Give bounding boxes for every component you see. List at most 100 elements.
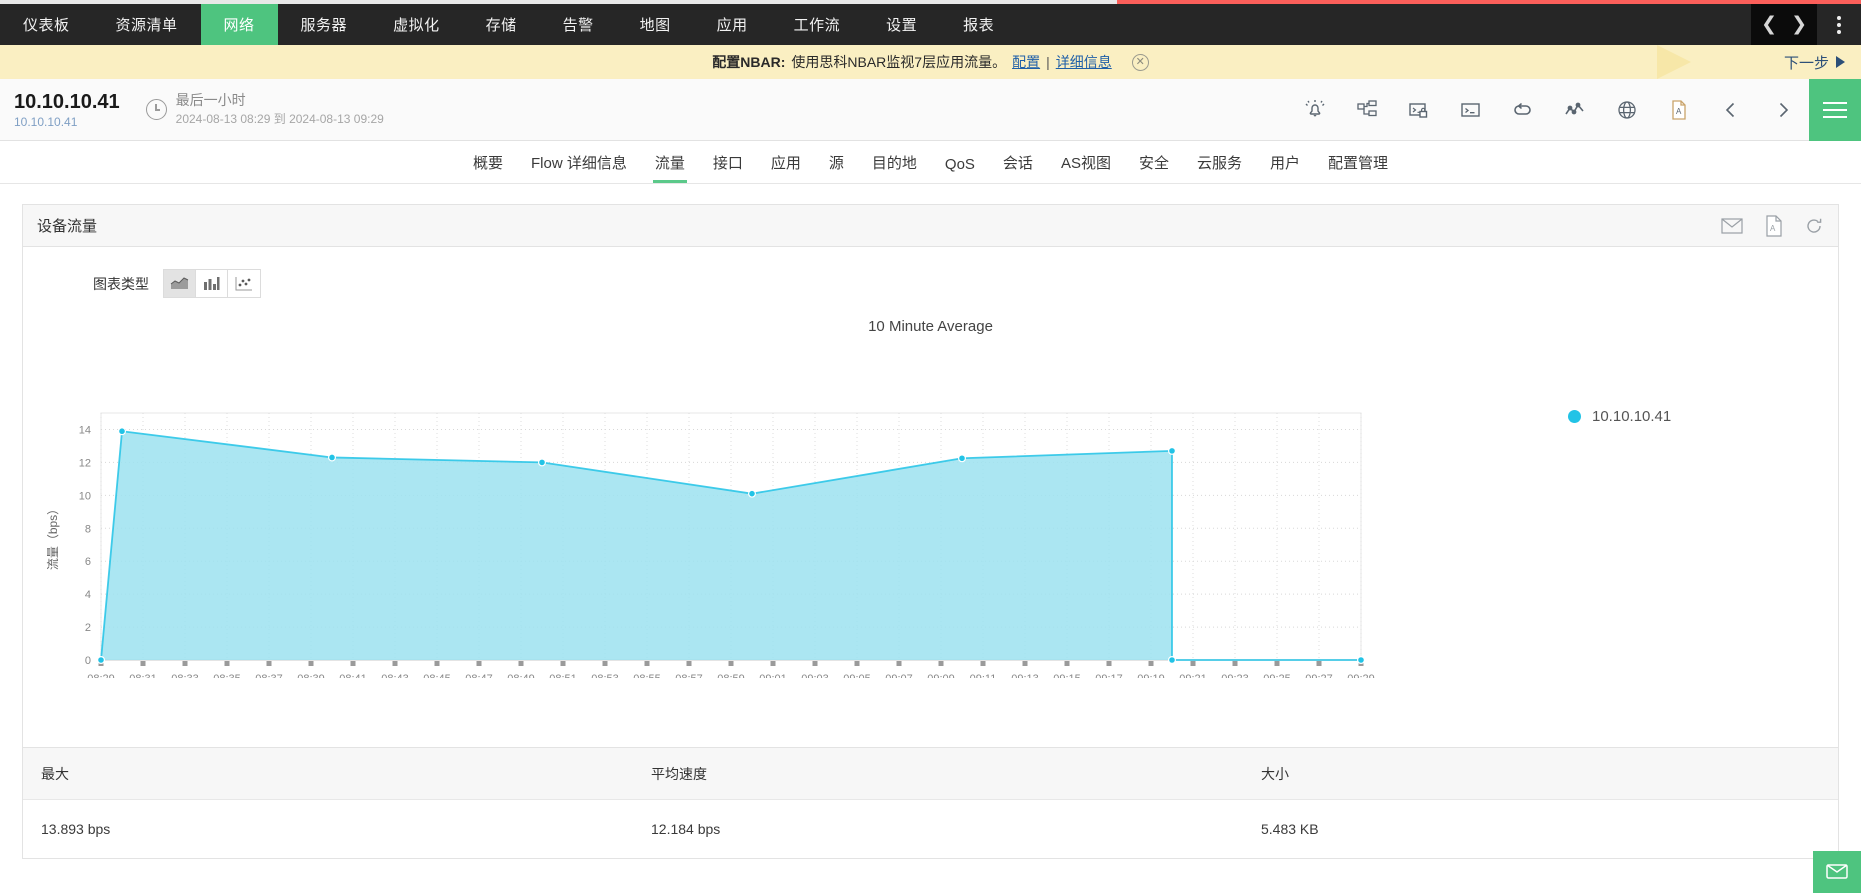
chart-data-point[interactable]: 10.10.10.41 09:20: 12.7 <box>1169 447 1176 454</box>
next-chevron-icon[interactable] <box>1757 79 1809 141</box>
nav-item-label: 应用 <box>717 14 748 35</box>
sub-tab-12[interactable]: 用户 <box>1256 152 1314 183</box>
nav-item-2[interactable]: 网络 <box>201 4 278 45</box>
legend-color-dot <box>1568 410 1581 423</box>
sub-tab-label: AS视图 <box>1061 155 1111 172</box>
sub-tab-6[interactable]: 目的地 <box>858 152 931 183</box>
y-axis-tick: 4 <box>85 589 91 601</box>
kebab-menu-icon[interactable] <box>1817 4 1861 45</box>
sub-tab-1[interactable]: Flow 详细信息 <box>517 152 641 183</box>
chart-type-selector: 图表类型 <box>23 247 1838 298</box>
scatter-chart-icon[interactable] <box>228 270 260 297</box>
banner-next-button[interactable]: 下一步 <box>1784 45 1845 79</box>
alarm-bell-icon[interactable] <box>1289 79 1341 141</box>
nav-item-4[interactable]: 虚拟化 <box>370 4 463 45</box>
nav-item-1[interactable]: 资源清单 <box>93 4 201 45</box>
chart-data-point[interactable]: 10.10.10.41 09:00: 10.1 <box>749 490 756 497</box>
chart-type-buttons <box>163 269 261 298</box>
close-circle-icon[interactable]: ✕ <box>1132 54 1149 71</box>
chart-data-point[interactable]: 10.10.10.41 09:29: 0 <box>1358 657 1365 664</box>
chart-svg[interactable]: 0246810121408:2908:3108:3308:3508:3708:3… <box>23 298 1838 678</box>
prev-chevron-icon[interactable] <box>1705 79 1757 141</box>
x-axis-tick: 09:23 <box>1221 673 1249 678</box>
loop-link-icon[interactable] <box>1497 79 1549 141</box>
nav-item-label: 网络 <box>224 14 255 35</box>
pdf-export-icon[interactable]: A <box>1764 214 1784 238</box>
nav-item-6[interactable]: 告警 <box>540 4 617 45</box>
sub-tab-label: 源 <box>829 155 844 172</box>
sub-tab-8[interactable]: 会话 <box>989 152 1047 183</box>
chart-data-point[interactable]: 10.10.10.41 08:29: 0 <box>98 657 105 664</box>
x-axis-tick: 08:47 <box>465 673 493 678</box>
x-axis-tick: 09:19 <box>1137 673 1165 678</box>
x-axis-tick: 09:25 <box>1263 673 1291 678</box>
nav-item-7[interactable]: 地图 <box>617 4 694 45</box>
sub-tab-label: Flow 详细信息 <box>531 155 627 172</box>
banner-separator: | <box>1046 54 1050 70</box>
legend-label[interactable]: 10.10.10.41 <box>1592 408 1671 425</box>
device-ip[interactable]: 10.10.10.41 <box>14 115 120 129</box>
nav-item-9[interactable]: 工作流 <box>771 4 864 45</box>
chevron-right-icon[interactable]: ❯ <box>1791 15 1807 34</box>
sub-tab-label: 配置管理 <box>1328 155 1388 172</box>
pdf-file-icon[interactable]: A <box>1653 79 1705 141</box>
bar-chart-icon[interactable] <box>196 270 228 297</box>
x-axis-tick: 09:13 <box>1011 673 1039 678</box>
banner-text: 使用思科NBAR监视7层应用流量。 <box>791 52 1006 72</box>
nav-item-11[interactable]: 报表 <box>940 4 1017 45</box>
sub-tab-13[interactable]: 配置管理 <box>1314 152 1402 183</box>
sub-tab-0[interactable]: 概要 <box>459 152 517 183</box>
x-axis-tick: 09:07 <box>885 673 913 678</box>
email-icon[interactable] <box>1720 216 1744 236</box>
globe-icon[interactable] <box>1601 79 1653 141</box>
cell-max-value: 13.893 bps <box>23 821 633 837</box>
chevron-left-icon[interactable]: ❮ <box>1761 15 1777 34</box>
main-navigation: 仪表板资源清单 网络 服务器虚拟化存储告警地图 应用 工作流 设置 报表 ❮ ❯ <box>0 4 1861 45</box>
nav-item-label: 设置 <box>886 14 917 35</box>
banner-details-link[interactable]: 详细信息 <box>1056 52 1112 72</box>
sub-tab-label: 概要 <box>473 155 503 172</box>
time-range-selector[interactable]: 最后一小时 2024-08-13 08:29 到 2024-08-13 09:2… <box>146 92 384 127</box>
hamburger-menu-icon[interactable] <box>1809 79 1861 141</box>
x-axis-tick: 08:49 <box>507 673 535 678</box>
chart-data-point[interactable]: 10.10.10.41 09:20: 0 <box>1169 657 1176 664</box>
nav-item-label: 工作流 <box>794 14 841 35</box>
refresh-icon[interactable] <box>1804 216 1824 236</box>
chat-support-icon[interactable] <box>1813 851 1861 893</box>
sub-tab-9[interactable]: AS视图 <box>1047 152 1125 183</box>
secure-terminal-icon[interactable] <box>1393 79 1445 141</box>
nav-item-0[interactable]: 仪表板 <box>0 4 93 45</box>
terminal-icon[interactable] <box>1445 79 1497 141</box>
table-row: 13.893 bps 12.184 bps 5.483 KB <box>23 800 1838 858</box>
banner-configure-link[interactable]: 配置 <box>1012 52 1040 72</box>
sub-tab-7[interactable]: QoS <box>931 156 989 183</box>
area-chart-icon[interactable] <box>164 270 196 297</box>
line-chart-icon[interactable] <box>1549 79 1601 141</box>
time-range-value: 2024-08-13 08:29 到 2024-08-13 09:29 <box>176 110 384 127</box>
x-axis-tick: 08:39 <box>297 673 325 678</box>
banner-notch-decoration <box>1657 45 1691 79</box>
chart-data-point[interactable]: 10.10.10.41 08:40: 12.3 <box>329 454 336 461</box>
nav-item-3[interactable]: 服务器 <box>278 4 371 45</box>
sub-tab-3[interactable]: 接口 <box>699 152 757 183</box>
nav-item-8[interactable]: 应用 <box>694 4 771 45</box>
chart-data-point[interactable]: 10.10.10.41 08:50: 12 <box>539 459 546 466</box>
nav-arrow-group: ❮ ❯ <box>1751 4 1817 45</box>
sub-tab-11[interactable]: 云服务 <box>1183 152 1256 183</box>
sub-tab-4[interactable]: 应用 <box>757 152 815 183</box>
cell-avg-value: 12.184 bps <box>633 821 1243 837</box>
nav-item-10[interactable]: 设置 <box>863 4 940 45</box>
device-name: 10.10.10.41 <box>14 91 120 113</box>
device-header-bar: 10.10.10.41 10.10.10.41 最后一小时 2024-08-13… <box>0 79 1861 141</box>
nav-item-5[interactable]: 存储 <box>463 4 540 45</box>
x-axis-tick: 08:31 <box>129 673 157 678</box>
sub-tab-label: QoS <box>945 156 975 173</box>
x-axis-tick: 08:45 <box>423 673 451 678</box>
chart-data-point[interactable]: 10.10.10.41 09:10: 12.25 <box>959 455 966 462</box>
chart-data-point[interactable]: 10.10.10.41 08:30: 13.893 <box>119 428 126 435</box>
sub-tab-5[interactable]: 源 <box>815 152 858 183</box>
topology-diagram-icon[interactable] <box>1341 79 1393 141</box>
sub-tab-10[interactable]: 安全 <box>1125 152 1183 183</box>
x-axis-tick: 09:29 <box>1347 673 1375 678</box>
sub-tab-2[interactable]: 流量 <box>641 152 699 183</box>
